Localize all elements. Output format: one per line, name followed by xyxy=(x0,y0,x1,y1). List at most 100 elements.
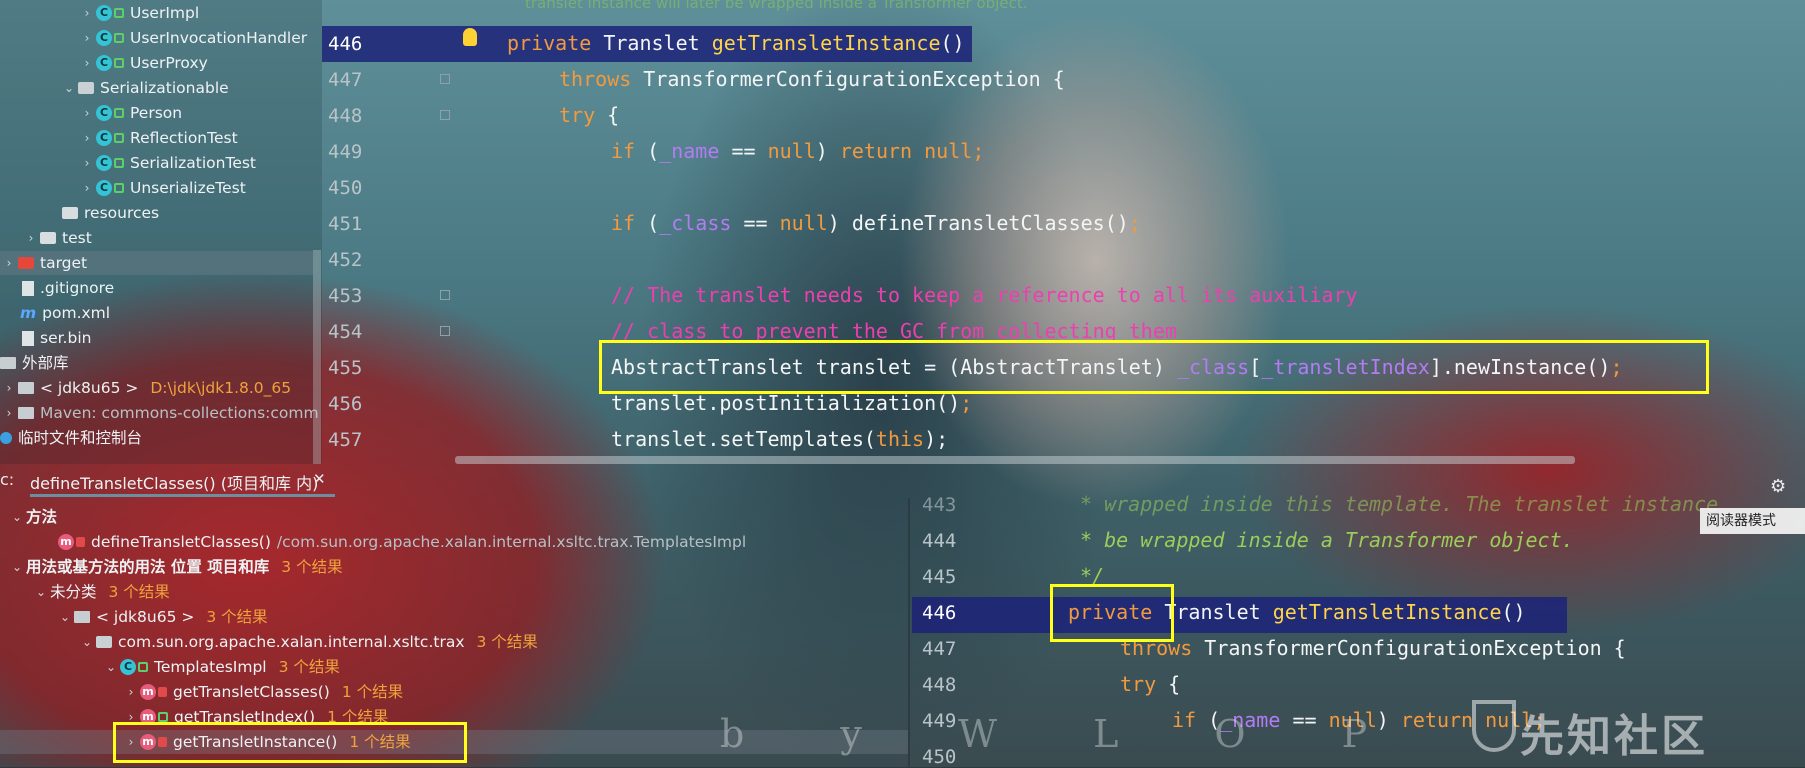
chevron-right-icon[interactable]: › xyxy=(0,251,18,275)
preview-line-443: * wrapped inside this template. The tran… xyxy=(1080,492,1719,516)
line-number: 448 xyxy=(328,105,363,127)
tree-item-serializationable[interactable]: ⌄ Serializationable xyxy=(60,76,229,100)
chevron-down-icon[interactable]: ⌄ xyxy=(60,76,78,100)
tree-item-label: 临时文件和控制台 xyxy=(18,429,143,447)
highlight-box-private xyxy=(1050,584,1174,642)
console-icon xyxy=(0,432,12,444)
usage-group-usages[interactable]: ⌄ 用法或基方法的用法 位置 项目和库 3 个结果 xyxy=(8,555,343,579)
tree-item-label: resources xyxy=(84,204,160,222)
tree-item-label: SerializationTest xyxy=(130,154,257,172)
gear-icon[interactable]: ⚙ xyxy=(1770,476,1786,497)
usage-group-methods[interactable]: ⌄ 方法 xyxy=(8,505,57,529)
tab-active-indicator xyxy=(30,494,335,497)
preview-line-444: * be wrapped inside a Transformer object… xyxy=(1080,528,1574,552)
folder-icon xyxy=(62,207,78,219)
line-number: 447 xyxy=(922,638,957,660)
tree-item-userimpl[interactable]: › C UserImpl xyxy=(78,1,200,25)
chevron-down-icon[interactable]: ⌄ xyxy=(32,580,50,604)
tree-item-userinvocationhandler[interactable]: › C UserInvocationHandler xyxy=(78,26,308,50)
tree-item-userproxy[interactable]: › C UserProxy xyxy=(78,51,208,75)
tree-item-ser-bin[interactable]: ser.bin xyxy=(22,326,91,350)
tree-item-resources[interactable]: resources xyxy=(62,201,159,225)
usage-group-uncategorized[interactable]: ⌄ 未分类 3 个结果 xyxy=(32,580,170,604)
chevron-right-icon[interactable]: › xyxy=(0,401,18,425)
chevron-right-icon[interactable]: › xyxy=(78,151,96,175)
chevron-right-icon[interactable]: › xyxy=(22,226,40,250)
line-number: 444 xyxy=(922,530,957,552)
tree-scrollbar[interactable] xyxy=(313,250,321,464)
fold-marker-icon[interactable] xyxy=(440,290,450,300)
line-number: 453 xyxy=(328,285,363,307)
code-line-453: // The translet needs to keep a referenc… xyxy=(611,283,1358,307)
class-icon: C xyxy=(96,155,112,171)
fold-marker-icon[interactable] xyxy=(440,326,450,336)
usage-group-class[interactable]: ⌄ C TemplatesImpl 3 个结果 xyxy=(102,655,340,679)
folder-red-icon xyxy=(18,257,34,269)
tree-item-label: ser.bin xyxy=(40,329,92,347)
tree-item-test[interactable]: › test xyxy=(22,226,92,250)
fold-marker-icon[interactable] xyxy=(440,110,450,120)
line-number: 449 xyxy=(328,141,363,163)
line-number: 451 xyxy=(328,213,363,235)
chevron-right-icon[interactable]: › xyxy=(78,101,96,125)
tree-item-label: < jdk8u65 > xyxy=(40,379,139,397)
line-number: 455 xyxy=(328,357,363,379)
chevron-down-icon[interactable]: ⌄ xyxy=(8,555,26,579)
usage-label: 用法或基方法的用法 位置 项目和库 xyxy=(26,558,270,576)
tab-prefix: c: xyxy=(0,470,15,489)
chevron-down-icon[interactable]: ⌄ xyxy=(102,655,120,679)
tree-item-pom[interactable]: m pom.xml xyxy=(20,301,110,325)
chevron-down-icon[interactable]: ⌄ xyxy=(78,630,96,654)
tree-item-label: 外部库 xyxy=(22,354,69,372)
usage-group-package[interactable]: ⌄ com.sun.org.apache.xalan.internal.xsltc… xyxy=(78,630,538,654)
tree-item-label: ReflectionTest xyxy=(130,129,238,147)
tree-item-target[interactable]: › target xyxy=(0,251,313,275)
usage-location: /com.sun.org.apache.xalan.internal.xsltc… xyxy=(276,533,747,551)
folder-icon xyxy=(40,232,56,244)
chevron-right-icon[interactable]: › xyxy=(78,26,96,50)
tree-item-serializationtest[interactable]: › C SerializationTest xyxy=(78,151,256,175)
tree-item-external-libraries[interactable]: 外部库 xyxy=(0,351,69,375)
reader-mode-button[interactable]: 阅读器模式 xyxy=(1700,508,1805,534)
tree-item-unserializetest[interactable]: › C UnserializeTest xyxy=(78,176,246,200)
chevron-down-icon[interactable]: ⌄ xyxy=(8,505,26,529)
usage-row-target-method[interactable]: m defineTransletClasses() /com.sun.org.apa… xyxy=(58,530,746,554)
tree-item-label: Person xyxy=(130,104,183,122)
code-line-449: if (_name == null) return null; xyxy=(611,139,985,163)
chevron-right-icon[interactable]: › xyxy=(78,176,96,200)
lock-open-icon xyxy=(158,712,168,722)
chevron-right-icon[interactable]: › xyxy=(78,51,96,75)
chevron-right-icon[interactable]: › xyxy=(78,126,96,150)
usage-row-gettransletclasses[interactable]: › m getTransletClasses() 1 个结果 xyxy=(122,680,404,704)
usage-group-jdk[interactable]: ⌄ < jdk8u65 > 3 个结果 xyxy=(56,605,268,629)
tree-item-jdk8u65[interactable]: › < jdk8u65 > D:\jdk\jdk1.8.0_65 xyxy=(0,376,292,400)
tree-item-maven-commons[interactable]: › Maven: commons-collections:comm xyxy=(0,401,319,425)
tree-item-label: UserProxy xyxy=(130,54,208,72)
chevron-right-icon[interactable]: › xyxy=(78,1,96,25)
usage-count: 3 个结果 xyxy=(281,558,343,576)
jdk-path: D:\jdk\jdk1.8.0_65 xyxy=(150,379,292,397)
tree-item-person[interactable]: › C Person xyxy=(78,101,183,125)
class-icon: C xyxy=(96,130,112,146)
fold-marker-icon[interactable] xyxy=(440,74,450,84)
chevron-right-icon[interactable]: › xyxy=(0,376,18,400)
editor-horizontal-scrollbar[interactable] xyxy=(455,456,1575,464)
tab-find-usages[interactable]: defineTransletClasses() (项目和库 内) xyxy=(30,470,318,494)
code-line-451: if (_class == null) defineTransletClasse… xyxy=(611,211,1141,235)
tree-item-gitignore[interactable]: .gitignore xyxy=(22,276,114,300)
tree-item-scratches[interactable]: 临时文件和控制台 xyxy=(0,426,142,450)
usage-label: 未分类 xyxy=(50,583,97,601)
lock-open-icon xyxy=(114,33,124,43)
lock-open-icon xyxy=(114,133,124,143)
line-number: 448 xyxy=(922,674,957,696)
chevron-down-icon[interactable]: ⌄ xyxy=(56,605,74,629)
lightbulb-icon[interactable] xyxy=(463,28,477,46)
class-icon: C xyxy=(96,5,112,21)
close-icon[interactable]: ✕ xyxy=(313,470,326,488)
tree-item-label: target xyxy=(40,254,88,272)
preview-line-447: throws TransformerConfigurationException… xyxy=(1120,636,1626,660)
tree-item-label: UnserializeTest xyxy=(130,179,246,197)
usage-count: 3 个结果 xyxy=(108,583,170,601)
chevron-right-icon[interactable]: › xyxy=(122,680,140,704)
tree-item-reflectiontest[interactable]: › C ReflectionTest xyxy=(78,126,238,150)
